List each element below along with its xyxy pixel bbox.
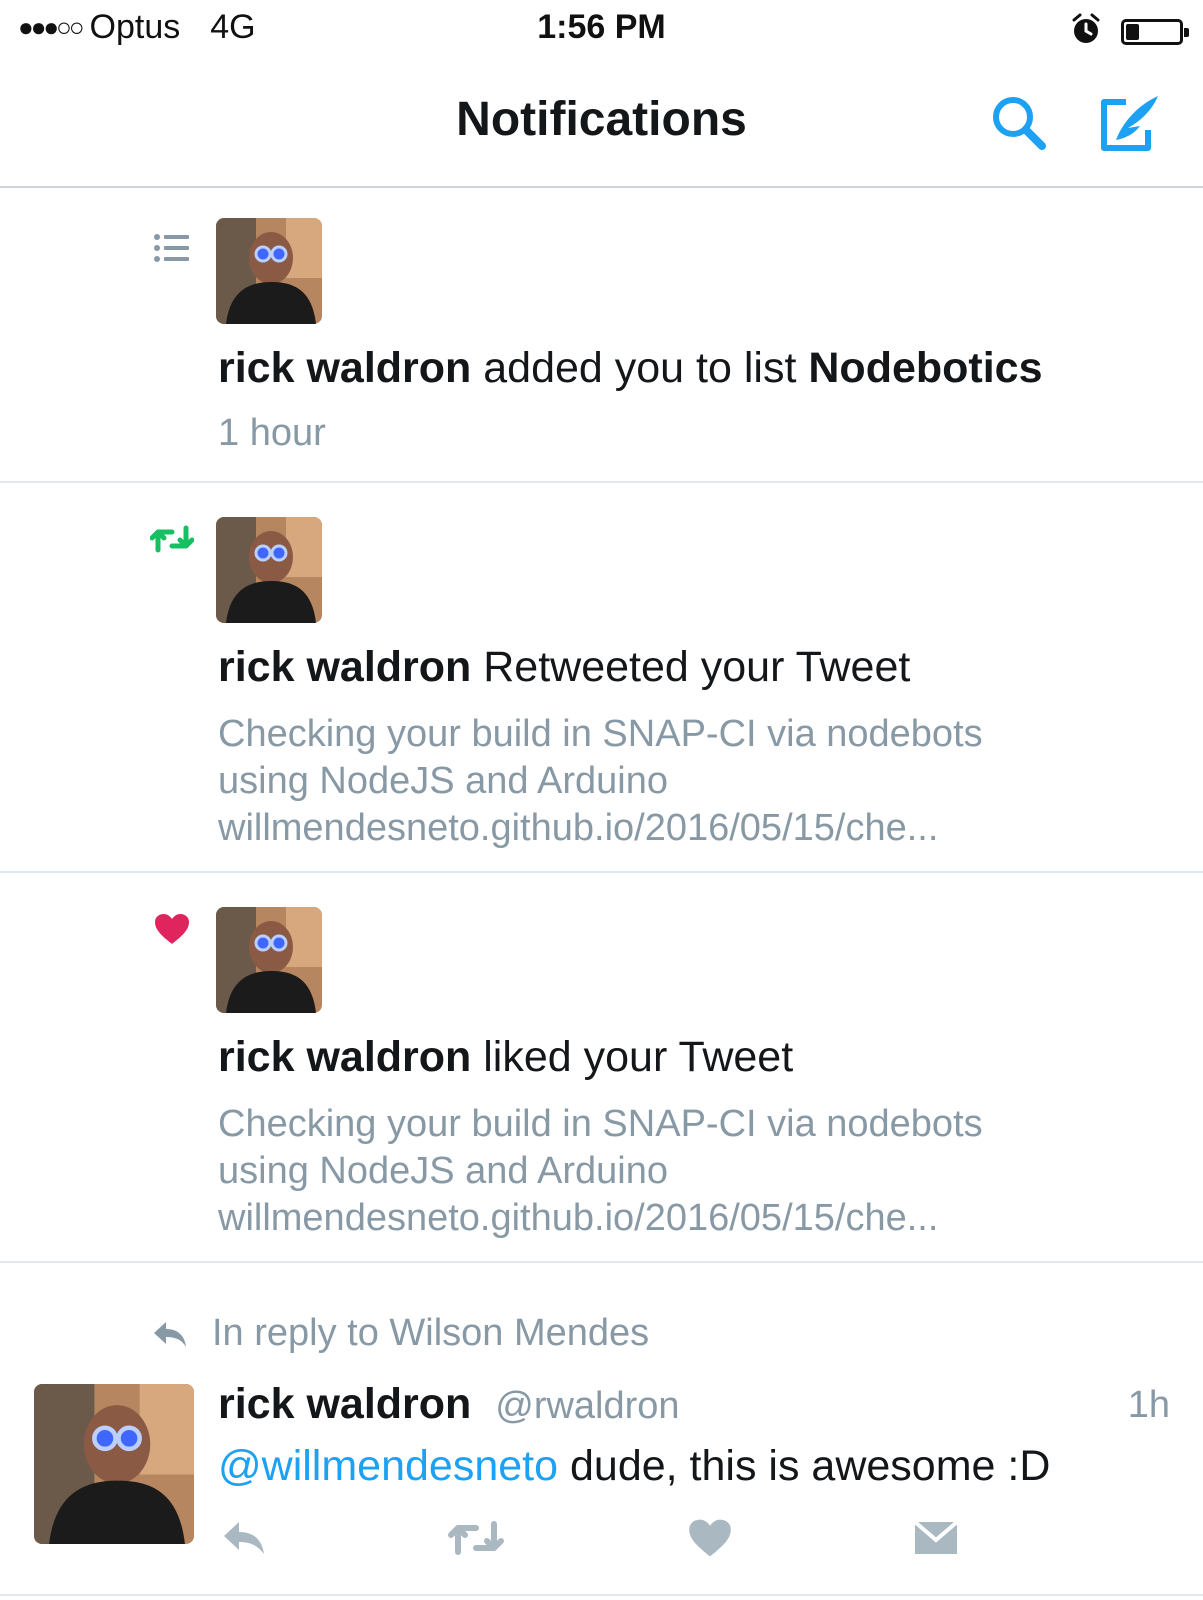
search-icon [993,97,1046,150]
reply-context-label[interactable]: In reply to Wilson Mendes [212,1312,649,1355]
notification-action: liked your Tweet [483,1033,794,1081]
divider [0,1594,1203,1596]
like-button[interactable] [680,1510,740,1566]
list-name[interactable]: Nodebotics [808,344,1042,392]
user-name[interactable]: rick waldron [218,344,471,392]
notification-time: 1 hour [218,412,326,454]
notification-list-added[interactable]: rick waldron added you to list Nodebotic… [0,186,1203,483]
direct-message-icon [913,1520,959,1554]
user-name[interactable]: rick waldron [218,1033,471,1081]
notification-retweet[interactable]: rick waldron Retweeted your Tweet Checki… [0,483,1203,873]
retweet-icon [448,1521,504,1555]
reply-button[interactable] [214,1510,274,1566]
status-time: 1:56 PM [537,8,666,46]
status-right [1069,12,1189,51]
tweet-author-handle[interactable]: @rwaldron [495,1385,679,1427]
tweet-preview-line: using NodeJS and Arduino [218,1150,668,1192]
notification-headline: rick waldron added you to list Nodebotic… [218,344,1043,393]
tweet-preview-line: using NodeJS and Arduino [218,760,668,802]
notification-headline: rick waldron Retweeted your Tweet [218,643,910,692]
retweet-icon [148,515,196,563]
tweet-preview-link[interactable]: willmendesneto.github.io/2016/05/15/che.… [218,805,983,852]
tweet-body: dude, this is awesome :D [558,1442,1051,1490]
tweet-timestamp: 1h [1127,1384,1170,1426]
notification-action: added you to list [483,344,797,392]
user-name[interactable]: rick waldron [218,643,471,691]
reply-context-icon [154,1321,186,1347]
like-icon [689,1519,731,1557]
battery-level [1126,23,1139,40]
compose-button[interactable] [1090,84,1170,164]
status-bar: ●●●○○ Optus 4G 1:56 PM [0,0,1203,62]
list-icon [148,224,196,272]
tweet-preview-line: Checking your build in SNAP-CI via nodeb… [218,1103,983,1145]
notification-action: Retweeted your Tweet [483,643,911,691]
reply-icon [224,1522,264,1554]
heart-icon [148,905,196,953]
direct-message-button[interactable] [906,1510,966,1566]
search-button[interactable] [980,84,1060,164]
tweet-actions [0,1510,1203,1570]
nav-bar: Notifications [0,62,1203,188]
avatar[interactable] [216,907,322,1013]
tweet-preview[interactable]: Checking your build in SNAP-CI via nodeb… [218,1101,983,1242]
tweet-preview-line: Checking your build in SNAP-CI via nodeb… [218,713,983,755]
tweet-preview[interactable]: Checking your build in SNAP-CI via nodeb… [218,711,983,852]
tweet-preview-link[interactable]: willmendesneto.github.io/2016/05/15/che.… [218,1195,983,1242]
notification-headline: rick waldron liked your Tweet [218,1033,793,1082]
notification-like[interactable]: rick waldron liked your Tweet Checking y… [0,873,1203,1263]
battery-icon [1121,18,1189,45]
alarm-icon [1069,12,1103,51]
reply-context: In reply to Wilson Mendes [150,1312,649,1355]
tweet-header: rick waldron @rwaldron 1h [218,1380,1170,1429]
compose-icon [1101,96,1158,151]
avatar[interactable] [216,218,322,324]
avatar[interactable] [216,517,322,623]
tweet-author-name[interactable]: rick waldron [218,1380,471,1428]
retweet-button[interactable] [446,1510,506,1566]
tweet-text: @willmendesneto dude, this is awesome :D [218,1442,1050,1491]
mention-link[interactable]: @willmendesneto [218,1442,558,1490]
